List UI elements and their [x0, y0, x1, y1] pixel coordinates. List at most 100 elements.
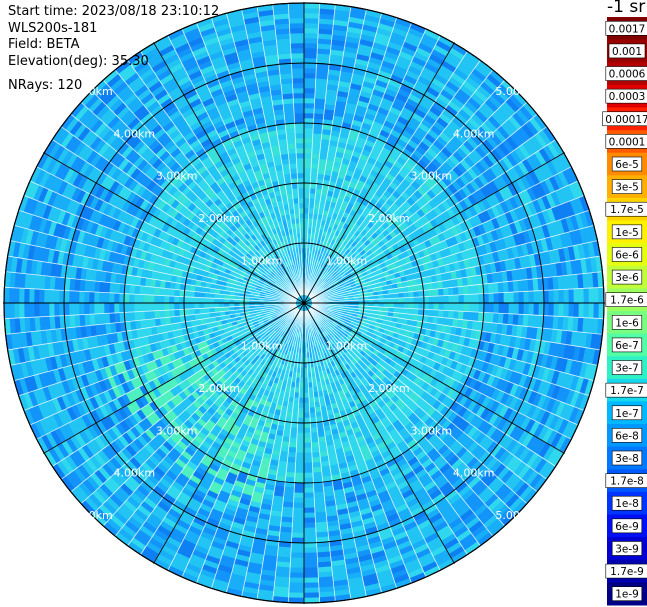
data-cell: [413, 308, 420, 316]
data-cell: [288, 442, 297, 449]
data-cell: [291, 532, 305, 539]
data-cell: [303, 502, 315, 509]
data-cell: [298, 407, 305, 414]
data-cell: [290, 542, 305, 549]
data-cell: [287, 451, 297, 459]
data-cell: [583, 302, 590, 319]
data-cell: [312, 133, 322, 140]
data-cell: [303, 547, 318, 554]
data-cell: [303, 552, 318, 559]
data-cell: [290, 552, 305, 559]
data-cell: [588, 302, 595, 319]
data-cell: [398, 302, 405, 309]
data-cell: [287, 456, 297, 463]
data-cell: [303, 132, 314, 139]
data-cell: [303, 572, 319, 579]
data-cell: [303, 562, 319, 569]
data-cell: [293, 502, 305, 509]
data-cell: [403, 308, 410, 315]
data-cell: [303, 112, 315, 119]
data-cell: [433, 288, 440, 297]
data-cell: [303, 557, 318, 564]
data-cell: [303, 127, 314, 134]
data-cell: [289, 567, 305, 574]
data-cell: [297, 417, 305, 424]
data-cell: [457, 286, 464, 296]
data-cell: [303, 412, 311, 419]
data-cell: [538, 290, 545, 304]
data-cell: [312, 138, 322, 145]
data-cell: [313, 113, 325, 120]
data-cell: [303, 122, 314, 129]
data-cell: [553, 302, 560, 317]
data-cell: [295, 462, 305, 469]
data-cell: [303, 192, 310, 199]
data-cell: [473, 293, 480, 304]
data-cell: [303, 162, 312, 169]
data-cell: [292, 512, 305, 519]
data-cell: [303, 22, 319, 29]
data-cell: [309, 192, 316, 199]
data-cell: [311, 147, 321, 155]
data-cell: [483, 302, 490, 313]
data-cell: [312, 128, 323, 135]
data-cell: [303, 392, 310, 399]
data-cell: [518, 302, 525, 315]
data-cell: [548, 302, 555, 317]
data-cell: [309, 402, 316, 409]
data-cell: [303, 87, 316, 94]
data-cell: [303, 142, 313, 149]
data-cell: [303, 402, 310, 409]
data-cell: [303, 527, 317, 534]
data-cell: [303, 582, 320, 589]
data-cell: [309, 187, 317, 194]
data-cell: [443, 287, 450, 296]
data-cell: [498, 292, 505, 304]
data-cell: [578, 288, 585, 304]
data-cell: [408, 297, 415, 304]
data-cell: [428, 309, 435, 317]
data-cell: [291, 527, 305, 534]
data-cell: [303, 422, 311, 429]
data-cell: [303, 567, 319, 574]
data-cell: [433, 295, 440, 304]
data-cell: [398, 297, 405, 304]
data-cell: [294, 477, 305, 484]
data-cell: [438, 302, 445, 311]
data-cell: [303, 52, 318, 59]
data-cell: [311, 143, 321, 150]
data-cell: [403, 297, 410, 304]
data-cell: [292, 522, 305, 529]
data-cell: [463, 294, 470, 304]
data-cell: [296, 427, 305, 434]
data-cell: [518, 291, 525, 304]
data-cell: [310, 162, 319, 169]
data-cell: [303, 182, 311, 189]
data-cell: [290, 427, 298, 434]
data-cell: [558, 289, 565, 304]
data-cell: [543, 289, 550, 304]
data-cell: [467, 285, 474, 295]
data-cell: [283, 486, 295, 493]
data-cell: [403, 291, 410, 298]
data-cell: [311, 157, 320, 164]
data-cell: [285, 471, 296, 478]
data-cell: [393, 302, 400, 309]
data-cell: [543, 302, 550, 317]
data-cell: [303, 92, 316, 99]
data-cell: [303, 27, 319, 34]
data-cell: [303, 137, 313, 144]
data-cell: [303, 492, 315, 499]
data-cell: [452, 286, 460, 296]
data-cell: [291, 412, 299, 419]
data-cell: [487, 312, 494, 324]
data-cell: [312, 466, 322, 473]
data-cell: [447, 310, 455, 319]
data-cell: [303, 202, 310, 209]
data-cell: [538, 302, 545, 316]
data-cell: [443, 310, 450, 319]
data-cell: [483, 293, 490, 304]
data-cell: [563, 302, 570, 318]
data-cell: [303, 222, 309, 229]
data-cell: [593, 302, 600, 319]
